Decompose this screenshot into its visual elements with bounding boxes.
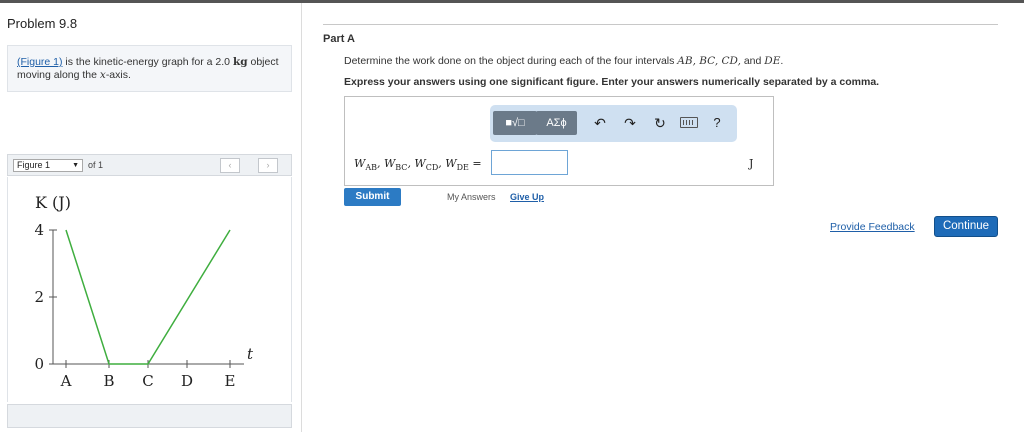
answer-instruction: Express your answers using one significa… bbox=[344, 76, 880, 88]
answer-unit: J bbox=[749, 157, 754, 170]
answer-variables-label: WAB, WBC, WCD, WDE = bbox=[354, 157, 482, 173]
provide-feedback-link[interactable]: Provide Feedback bbox=[830, 221, 915, 233]
figure-select[interactable]: Figure 1 ▼ bbox=[13, 159, 83, 172]
reset-icon[interactable]: ↻ bbox=[651, 114, 669, 132]
x-tick-label: C bbox=[142, 372, 153, 390]
kinetic-energy-line bbox=[65, 229, 231, 365]
question-text: Determine the work done on the object du… bbox=[344, 55, 784, 67]
help-button[interactable]: ? bbox=[708, 114, 726, 132]
redo-icon[interactable]: ↷ bbox=[621, 114, 639, 132]
give-up-link[interactable]: Give Up bbox=[510, 192, 544, 202]
x-tick-label: A bbox=[60, 372, 72, 390]
continue-button[interactable]: Continue bbox=[934, 216, 998, 237]
mass-unit: kg bbox=[232, 56, 248, 68]
templates-button[interactable]: ■√□ bbox=[493, 111, 537, 135]
caret-down-icon: ▼ bbox=[72, 162, 79, 169]
keyboard-icon[interactable] bbox=[680, 117, 698, 128]
answer-input[interactable] bbox=[491, 150, 568, 175]
figure-graph: K (J) t 4 2 0A B C D E bbox=[7, 177, 292, 402]
x-tick-label: B bbox=[103, 372, 114, 390]
next-figure-button[interactable]: › bbox=[258, 158, 278, 173]
figure-link[interactable]: (Figure 1) bbox=[17, 56, 63, 68]
submit-button[interactable]: Submit bbox=[344, 188, 401, 206]
x-tick-label: D bbox=[181, 372, 193, 390]
chevron-right-icon: › bbox=[266, 160, 270, 170]
chevron-left-icon: ‹ bbox=[228, 160, 232, 170]
y-tick-label: 0 bbox=[34, 355, 44, 373]
x-axis-label: t bbox=[247, 345, 254, 363]
kinetic-energy-chart: K (J) t 4 2 0A B C D E bbox=[34, 193, 254, 390]
answer-box: ■√□ ΑΣϕ ↶ ↷ ↻ ? WAB, WBC, WCD, WDE = J bbox=[344, 96, 774, 186]
intro-text: (Figure 1) is the kinetic-energy graph f… bbox=[17, 56, 279, 81]
problem-title: Problem 9.8 bbox=[7, 16, 78, 31]
y-axis-label: K (J) bbox=[35, 193, 71, 212]
problem-intro: (Figure 1) is the kinetic-energy graph f… bbox=[7, 45, 292, 92]
y-tick-label: 4 bbox=[34, 221, 44, 239]
greek-symbols-button[interactable]: ΑΣϕ bbox=[536, 111, 577, 135]
y-tick-label: 2 bbox=[34, 288, 44, 306]
figure-footer bbox=[7, 404, 292, 428]
x-tick-label: E bbox=[225, 372, 236, 390]
my-answers-link[interactable]: My Answers bbox=[447, 192, 496, 202]
part-divider bbox=[323, 24, 998, 25]
math-toolbar: ■√□ ΑΣϕ ↶ ↷ ↻ ? bbox=[490, 105, 737, 142]
figure-navigation: Figure 1 ▼ of 1 ‹ › bbox=[7, 154, 292, 176]
figure-count: of 1 bbox=[88, 160, 104, 170]
previous-figure-button[interactable]: ‹ bbox=[220, 158, 240, 173]
undo-icon[interactable]: ↶ bbox=[591, 114, 609, 132]
part-title: Part A bbox=[323, 33, 355, 45]
